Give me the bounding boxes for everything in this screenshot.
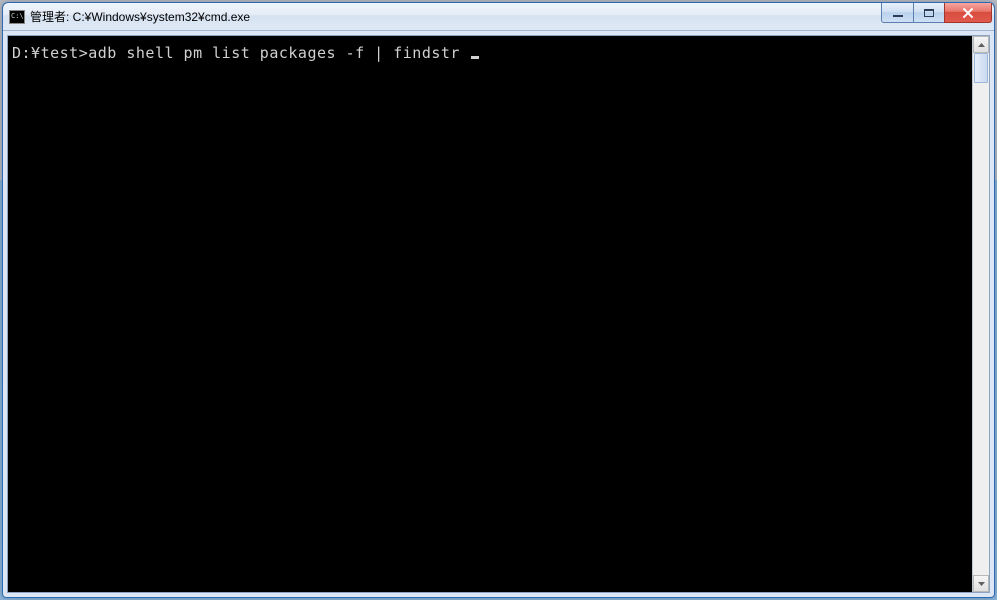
- minimize-button[interactable]: [881, 3, 913, 23]
- scroll-track[interactable]: [973, 53, 989, 575]
- window-title: 管理者: C:¥Windows¥system32¥cmd.exe: [30, 8, 881, 25]
- window-controls: [881, 3, 992, 30]
- scroll-down-button[interactable]: [973, 575, 989, 592]
- terminal-frame: D:¥test>adb shell pm list packages -f | …: [7, 35, 990, 593]
- scroll-thumb[interactable]: [974, 53, 988, 83]
- app-icon-glyph: C:\: [11, 13, 24, 20]
- titlebar[interactable]: C:\ 管理者: C:¥Windows¥system32¥cmd.exe: [3, 3, 994, 31]
- cmd-window: C:\ 管理者: C:¥Windows¥system32¥cmd.exe D:¥…: [2, 2, 995, 598]
- app-icon[interactable]: C:\: [9, 10, 25, 24]
- minimize-icon: [893, 15, 903, 17]
- maximize-button[interactable]: [913, 3, 945, 23]
- scroll-up-button[interactable]: [973, 36, 989, 53]
- vertical-scrollbar[interactable]: [972, 36, 989, 592]
- terminal-output[interactable]: D:¥test>adb shell pm list packages -f | …: [8, 36, 972, 592]
- close-icon: [962, 7, 974, 19]
- close-button[interactable]: [944, 3, 992, 23]
- chevron-up-icon: [978, 43, 985, 47]
- window-body: D:¥test>adb shell pm list packages -f | …: [3, 31, 994, 597]
- prompt-text: D:¥test>: [12, 44, 88, 62]
- chevron-down-icon: [978, 582, 985, 586]
- command-text: adb shell pm list packages -f | findstr: [88, 44, 469, 62]
- cursor: [471, 56, 479, 59]
- maximize-icon: [924, 9, 934, 17]
